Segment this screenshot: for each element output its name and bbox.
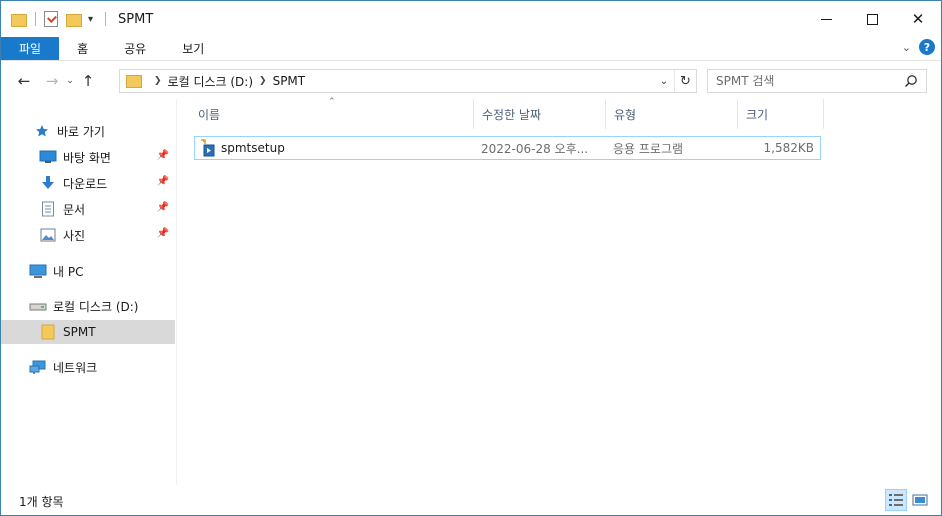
column-header-type[interactable]: 유형 [606, 99, 738, 129]
network-icon [29, 359, 47, 375]
pin-icon[interactable]: 📌 [157, 176, 169, 187]
forward-button[interactable]: → [41, 70, 63, 92]
back-button[interactable]: ← [13, 70, 35, 92]
large-icons-view-button[interactable] [909, 489, 931, 511]
properties-icon[interactable] [44, 11, 58, 27]
toolbar-divider [35, 12, 36, 26]
tab-share[interactable]: 공유 [106, 37, 164, 60]
item-count: 1개 항목 [19, 494, 64, 509]
ribbon-tabs: 파일 홈 공유 보기 ⌄ ? [1, 37, 941, 61]
sidebar-item-local-disk-d[interactable]: 로컬 디스크 (D:) [1, 294, 175, 318]
minimize-icon [820, 18, 832, 20]
ribbon-right-controls: ⌄ ? [902, 39, 935, 55]
file-name: spmtsetup [221, 141, 285, 155]
folder-icon [11, 13, 27, 27]
setup-installer-icon [201, 139, 215, 157]
pin-icon[interactable]: 📌 [157, 228, 169, 239]
sidebar-item-label: 다운로드 [63, 176, 108, 191]
breadcrumb-local-disk-d[interactable]: 로컬 디스크 (D:) [168, 73, 253, 90]
search-box[interactable] [707, 69, 927, 93]
address-bar-controls: ⌄ ↻ [654, 70, 696, 92]
column-header-label: 이름 [198, 107, 221, 122]
help-icon[interactable]: ? [919, 39, 935, 55]
sort-ascending-icon: ⌃ [328, 97, 336, 107]
quick-access-toolbar: ▾ [1, 1, 114, 37]
download-icon [39, 175, 57, 191]
sidebar-item-label: 네트워크 [53, 360, 98, 375]
search-input[interactable] [716, 74, 896, 88]
address-history-chevron-icon[interactable]: ⌄ [654, 70, 674, 92]
sidebar-item-this-pc[interactable]: 내 PC [1, 259, 175, 283]
breadcrumb-chevron-icon[interactable]: ❯ [154, 76, 162, 86]
file-name-cell[interactable]: spmtsetup [195, 137, 481, 159]
sidebar-item-quick-access[interactable]: 바로 가기 [1, 119, 175, 143]
sidebar-item-label: SPMT [63, 325, 96, 339]
drive-icon [29, 298, 47, 314]
file-list: 이름 ⌃ 수정한 날짜 유형 크기 spmtsetup 2022-06-28 오… [178, 97, 941, 485]
window-title: SPMT [118, 11, 154, 27]
search-icon[interactable] [904, 74, 918, 88]
pictures-icon [39, 227, 57, 243]
maximize-button[interactable] [849, 1, 895, 37]
sidebar-item-label: 바탕 화면 [63, 150, 111, 165]
breadcrumb-spmt[interactable]: SPMT [273, 74, 306, 88]
file-modified-cell: 2022-06-28 오후... [481, 141, 589, 156]
window-controls: ✕ [803, 1, 941, 37]
sidebar-item-pictures[interactable]: 사진 📌 [1, 223, 175, 247]
view-switcher [885, 489, 931, 511]
file-type-cell: 응용 프로그램 [613, 141, 684, 156]
column-header-date-modified[interactable]: 수정한 날짜 [474, 99, 606, 129]
close-button[interactable]: ✕ [895, 1, 941, 37]
recent-locations-button[interactable]: ⌄ [63, 70, 77, 92]
minimize-button[interactable] [803, 1, 849, 37]
navigation-pane: 바로 가기 바탕 화면 📌 다운로드 📌 문서 📌 사진 📌 내 PC 로컬 디… [1, 99, 177, 485]
folder-icon [126, 74, 142, 88]
sidebar-item-label: 바로 가기 [57, 124, 105, 139]
address-bar[interactable]: ❯ 로컬 디스크 (D:) ❯ SPMT ⌄ ↻ [119, 69, 697, 93]
column-header-label: 수정한 날짜 [482, 107, 542, 122]
details-view-icon [889, 494, 903, 506]
file-size-cell: 1,582KB [763, 141, 814, 155]
pin-icon[interactable]: 📌 [157, 150, 169, 161]
breadcrumb-chevron-icon[interactable]: ❯ [259, 76, 267, 86]
sidebar-item-label: 내 PC [53, 264, 84, 279]
explorer-window: ▾ SPMT ✕ 파일 홈 공유 보기 ⌄ ? ← → ⌄ ↑ ❯ 로컬 디스크… [0, 0, 942, 516]
refresh-button[interactable]: ↻ [674, 70, 696, 92]
column-headers: 이름 ⌃ 수정한 날짜 유형 크기 [178, 97, 824, 129]
sidebar-item-label: 로컬 디스크 (D:) [53, 299, 139, 314]
sidebar-item-label: 사진 [63, 228, 86, 243]
tab-file[interactable]: 파일 [1, 37, 60, 60]
large-icons-view-icon [912, 494, 928, 506]
table-row[interactable]: spmtsetup 2022-06-28 오후... 응용 프로그램 1,582… [194, 136, 821, 160]
column-header-size[interactable]: 크기 [738, 99, 824, 129]
folder-icon [39, 324, 57, 340]
status-bar: 1개 항목 [1, 487, 941, 515]
close-icon: ✕ [911, 10, 925, 28]
column-header-label: 유형 [614, 107, 637, 122]
sidebar-item-spmt[interactable]: SPMT [1, 320, 175, 344]
expand-ribbon-chevron-icon[interactable]: ⌄ [902, 41, 911, 54]
up-button[interactable]: ↑ [77, 70, 99, 92]
star-icon [33, 123, 51, 139]
sidebar-item-documents[interactable]: 문서 📌 [1, 197, 175, 221]
sidebar-item-network[interactable]: 네트워크 [1, 355, 175, 379]
title-bar: ▾ SPMT ✕ [1, 1, 941, 37]
column-header-label: 크기 [746, 107, 769, 122]
sidebar-item-desktop[interactable]: 바탕 화면 📌 [1, 145, 175, 169]
navigation-bar: ← → ⌄ ↑ ❯ 로컬 디스크 (D:) ❯ SPMT ⌄ ↻ [1, 63, 941, 99]
desktop-icon [39, 149, 57, 165]
sidebar-item-label: 문서 [63, 202, 86, 217]
column-header-name[interactable]: 이름 ⌃ [178, 97, 474, 129]
computer-icon [29, 263, 47, 279]
sidebar-item-downloads[interactable]: 다운로드 📌 [1, 171, 175, 195]
toolbar-divider [105, 12, 107, 26]
details-view-button[interactable] [885, 489, 907, 511]
tab-home[interactable]: 홈 [59, 37, 106, 60]
new-folder-icon[interactable] [66, 13, 82, 27]
customize-toolbar-chevron-icon[interactable]: ▾ [88, 14, 93, 25]
pin-icon[interactable]: 📌 [157, 202, 169, 213]
maximize-icon [866, 13, 878, 25]
tab-view[interactable]: 보기 [164, 37, 222, 60]
documents-icon [39, 201, 57, 217]
